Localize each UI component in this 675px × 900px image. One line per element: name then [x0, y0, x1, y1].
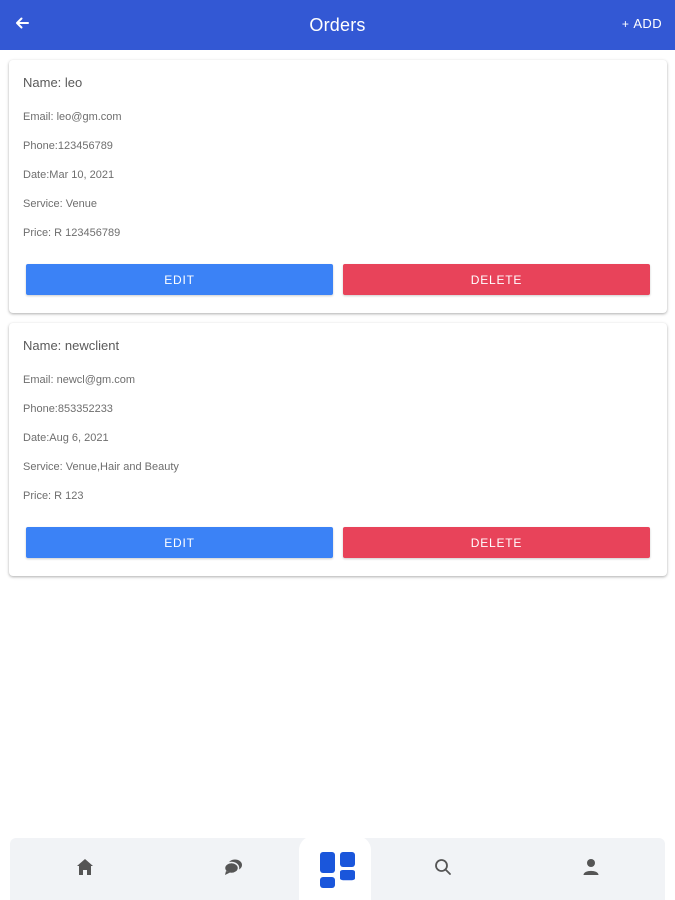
order-email: Email: leo@gm.com	[23, 111, 122, 123]
delete-button[interactable]: DELETE	[343, 527, 650, 558]
nav-chat[interactable]	[219, 855, 247, 883]
order-name: Name: leo	[23, 75, 83, 90]
profile-icon	[581, 857, 601, 882]
order-card: Name: leo Email: leo@gm.com Phone:123456…	[9, 60, 667, 313]
add-button[interactable]: + ADD	[622, 16, 662, 31]
order-price: Price: R 123456789	[23, 227, 121, 239]
nav-dashboard[interactable]	[319, 851, 357, 889]
chat-icon	[222, 856, 244, 883]
edit-button[interactable]: EDIT	[26, 527, 333, 558]
order-date: Date:Aug 6, 2021	[23, 432, 109, 444]
order-service: Service: Venue,Hair and Beauty	[23, 461, 179, 473]
order-email: Email: newcl@gm.com	[23, 374, 136, 386]
order-service: Service: Venue	[23, 198, 97, 210]
nav-home[interactable]	[71, 855, 99, 883]
page-title: Orders	[309, 14, 366, 35]
search-icon	[433, 857, 453, 882]
dashboard-icon	[319, 852, 357, 893]
nav-search[interactable]	[429, 855, 457, 883]
order-phone: Phone:123456789	[23, 140, 113, 152]
order-card: Name: newclient Email: newcl@gm.com Phon…	[9, 323, 667, 576]
plus-icon: +	[621, 16, 630, 31]
back-button[interactable]	[10, 13, 34, 37]
edit-button[interactable]: EDIT	[26, 264, 333, 295]
delete-button[interactable]: DELETE	[343, 264, 650, 295]
order-phone: Phone:853352233	[23, 403, 113, 415]
nav-profile[interactable]	[577, 855, 605, 883]
add-button-label: ADD	[633, 16, 662, 31]
order-actions: EDIT DELETE	[23, 527, 653, 558]
order-name: Name: newclient	[23, 338, 120, 353]
orders-list: Name: leo Email: leo@gm.com Phone:123456…	[9, 60, 667, 586]
order-date: Date:Mar 10, 2021	[23, 169, 115, 181]
app-root: Orders + ADD Name: leo Email: leo@gm.com…	[0, 0, 675, 900]
order-actions: EDIT DELETE	[23, 264, 653, 295]
app-header: Orders + ADD	[0, 0, 675, 50]
home-icon	[75, 857, 95, 882]
order-price: Price: R 123	[23, 490, 84, 502]
arrow-left-icon	[14, 15, 30, 36]
